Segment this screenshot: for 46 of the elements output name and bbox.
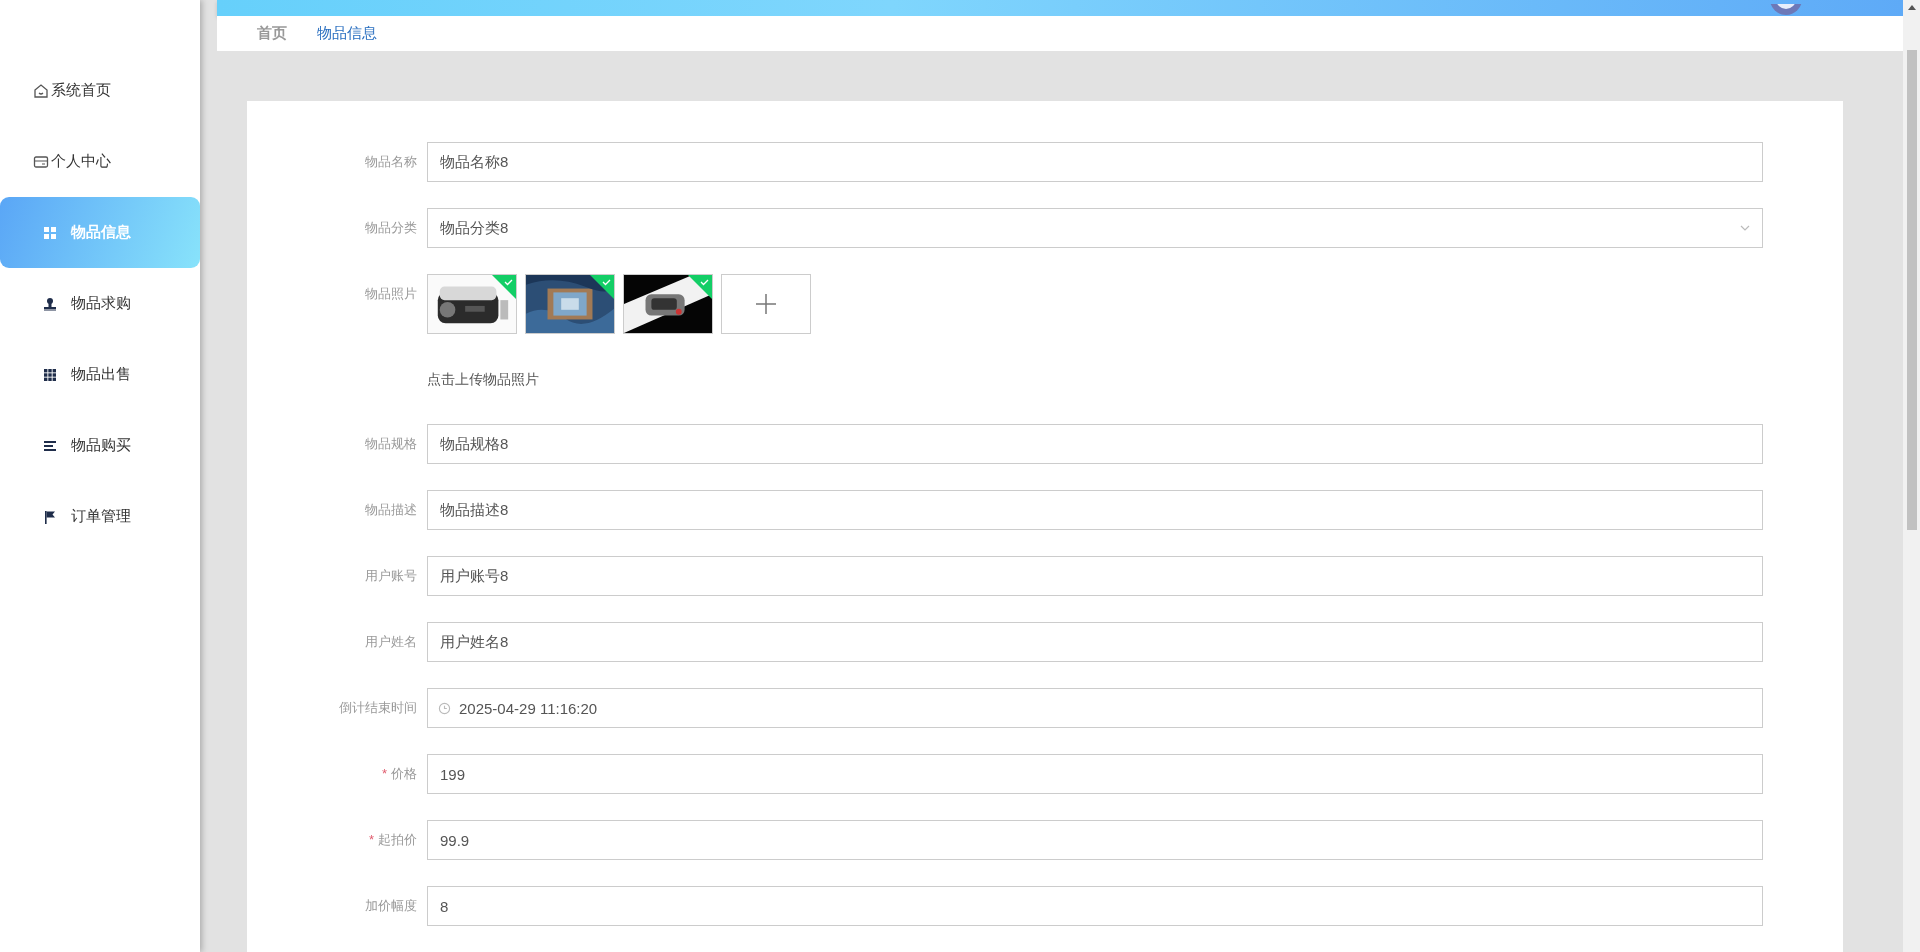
field-label: 加价幅度 bbox=[365, 897, 417, 915]
clock-icon bbox=[438, 701, 451, 715]
field-label: 倒计结束时间 bbox=[339, 699, 417, 717]
grid-icon bbox=[43, 367, 57, 382]
field-label: 起拍价 bbox=[378, 831, 417, 849]
home-icon bbox=[33, 82, 49, 99]
field-label: 价格 bbox=[391, 765, 417, 783]
scroll-up-icon[interactable] bbox=[1907, 4, 1916, 10]
field-label: 物品照片 bbox=[365, 285, 417, 303]
flag-icon bbox=[43, 509, 57, 524]
input-field[interactable]: 物品描述8 bbox=[427, 490, 1763, 530]
input-field[interactable]: 用户姓名8 bbox=[427, 622, 1763, 662]
field-label: 物品描述 bbox=[365, 501, 417, 519]
avatar-icon[interactable] bbox=[1769, 3, 1803, 16]
input-field[interactable]: 99.9 bbox=[427, 820, 1763, 860]
input-field[interactable]: 物品名称8 bbox=[427, 142, 1763, 182]
date-field[interactable]: 2025-04-29 11:16:20 bbox=[427, 688, 1763, 728]
grid-icon bbox=[43, 225, 57, 240]
sidebar-item[interactable]: 物品出售 bbox=[0, 339, 200, 410]
field-label: 用户账号 bbox=[365, 567, 417, 585]
upload-hint: 点击上传物品照片 bbox=[427, 371, 540, 389]
field-label: 物品名称 bbox=[365, 153, 417, 171]
sidebar-item[interactable]: 个人中心 bbox=[0, 126, 200, 197]
sidebar-item[interactable]: 物品求购 bbox=[0, 268, 200, 339]
upload-button[interactable] bbox=[721, 274, 811, 334]
required-mark: * bbox=[368, 831, 374, 849]
stamp-icon bbox=[43, 296, 57, 311]
field-label: 物品规格 bbox=[365, 435, 417, 453]
field-label: 物品分类 bbox=[365, 219, 417, 237]
sidebar-item[interactable]: 物品购买 bbox=[0, 410, 200, 481]
select-field[interactable]: 物品分类8 bbox=[427, 208, 1763, 248]
scrollbar-thumb[interactable] bbox=[1906, 50, 1917, 530]
input-field[interactable]: 用户账号8 bbox=[427, 556, 1763, 596]
breadcrumb-link[interactable]: 物品信息 bbox=[317, 23, 377, 43]
scrollbar[interactable] bbox=[1903, 0, 1920, 952]
chevron-down-icon bbox=[1740, 225, 1750, 231]
plus-icon bbox=[755, 293, 777, 315]
input-field[interactable]: 8 bbox=[427, 886, 1763, 926]
sidebar-item[interactable]: 订单管理 bbox=[0, 481, 200, 552]
required-mark: * bbox=[381, 765, 387, 783]
input-field[interactable]: 物品规格8 bbox=[427, 424, 1763, 464]
sidebar-item[interactable]: 系统首页 bbox=[0, 55, 200, 126]
input-field[interactable]: 199 bbox=[427, 754, 1763, 794]
card-icon bbox=[33, 153, 49, 170]
list-icon bbox=[43, 438, 57, 453]
field-label: 用户姓名 bbox=[365, 633, 417, 651]
